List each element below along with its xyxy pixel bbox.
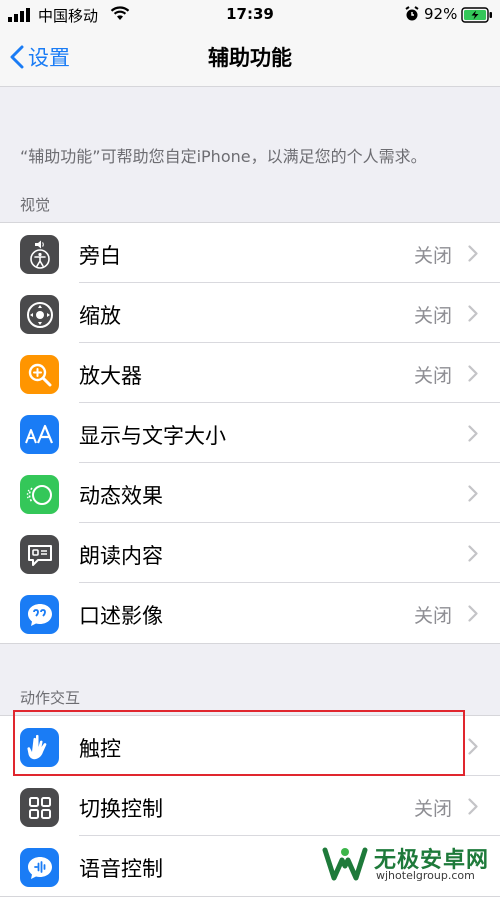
chevron-right-icon [468, 365, 478, 382]
list-item-value: 关闭 [413, 605, 452, 627]
list-item-label: 旁白 [79, 244, 121, 268]
spoken-content-icon [20, 535, 59, 574]
alarm-icon [405, 6, 419, 21]
text-size-icon [20, 415, 59, 454]
list-item-label: 切换控制 [79, 797, 163, 821]
site-watermark: 无极安卓网 wjhotelgroup.com [316, 838, 500, 889]
watermark-url: wjhotelgroup.com [376, 869, 475, 882]
chevron-right-icon [468, 485, 478, 502]
list-item-label: 放大器 [79, 364, 142, 388]
list-item-magnifier[interactable]: 放大器 关闭 [0, 343, 500, 403]
list-item-display-text-size[interactable]: 显示与文字大小 [0, 403, 500, 463]
chevron-right-icon [468, 305, 478, 322]
list-item-value: 关闭 [413, 798, 452, 820]
list-item-label: 朗读内容 [79, 544, 163, 568]
chevron-right-icon [468, 605, 478, 622]
voice-control-icon [20, 848, 59, 887]
list-item-value: 关闭 [413, 365, 452, 387]
motion-icon [20, 475, 59, 514]
list-item-label: 口述影像 [79, 604, 163, 628]
navigation-bar: 设置 辅助功能 [0, 30, 500, 87]
list-item-switch-control[interactable]: 切换控制 关闭 [0, 776, 500, 836]
battery-charging-icon [461, 7, 492, 23]
list-item-label: 显示与文字大小 [79, 424, 226, 448]
chevron-right-icon [468, 425, 478, 442]
list-item-audio-descriptions[interactable]: 口述影像 关闭 [0, 583, 500, 643]
battery-percentage: 92% [424, 5, 458, 23]
magnifier-icon [20, 355, 59, 394]
vision-settings-group: 旁白 关闭 缩放 关闭 放大器 关闭 显示与文字大小 动态效果 朗读内容 口述影… [0, 222, 500, 644]
list-item-label: 动态效果 [79, 484, 163, 508]
chevron-right-icon [468, 545, 478, 562]
list-item-voiceover[interactable]: 旁白 关闭 [0, 223, 500, 283]
switch-control-icon [20, 788, 59, 827]
accessibility-description: “辅助功能”可帮助您自定iPhone，以满足您的个人需求。 [20, 147, 427, 166]
chevron-right-icon [468, 245, 478, 262]
list-item-label: 语音控制 [79, 857, 163, 881]
list-item-spoken-content[interactable]: 朗读内容 [0, 523, 500, 583]
list-item-motion[interactable]: 动态效果 [0, 463, 500, 523]
list-item-label: 缩放 [79, 304, 121, 328]
list-item-value: 关闭 [413, 245, 452, 267]
section-header-interaction: 动作交互 [20, 689, 81, 707]
zoom-icon [20, 295, 59, 334]
audio-description-icon [20, 595, 59, 634]
chevron-right-icon [468, 738, 478, 755]
page-title: 辅助功能 [208, 46, 292, 70]
watermark-logo-icon [322, 847, 368, 881]
list-item-value: 关闭 [413, 305, 452, 327]
touch-highlight-annotation [13, 710, 465, 776]
voiceover-icon [20, 235, 59, 274]
chevron-right-icon [468, 798, 478, 815]
list-item-zoom[interactable]: 缩放 关闭 [0, 283, 500, 343]
status-bar: 中国移动 17:39 92% [0, 0, 500, 30]
section-header-vision: 视觉 [20, 196, 51, 214]
